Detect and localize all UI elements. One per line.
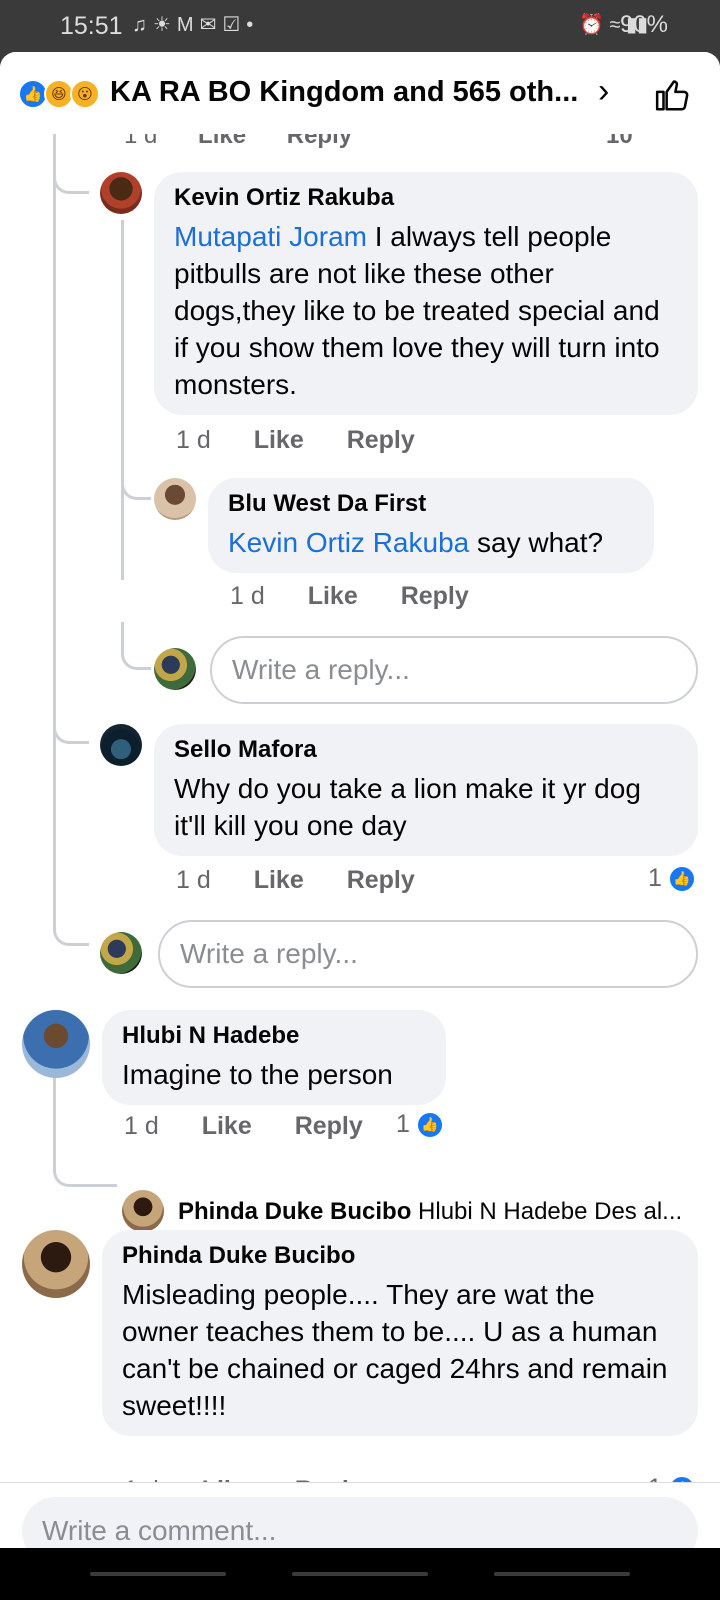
wow-reaction-icon: 😮	[70, 79, 100, 109]
comment-time: 1 d	[124, 1112, 159, 1140]
reactions-header[interactable]: 👍 😆 😮 KA RA BO Kingdom and 565 oth... ›	[0, 52, 720, 134]
back-button[interactable]	[494, 1572, 630, 1576]
commenter-name[interactable]: Blu West Da First	[228, 490, 634, 518]
reply-button[interactable]: Reply	[347, 426, 415, 454]
like-count[interactable]: 1 👍	[396, 1110, 444, 1139]
comment-text: say what?	[469, 527, 604, 558]
thread-connector	[53, 170, 89, 194]
comment-bubble-sello: Sello Mafora Why do you take a lion make…	[154, 724, 698, 856]
thread-connector	[53, 702, 89, 744]
like-button[interactable]: Like	[254, 426, 304, 454]
thread-connector	[121, 476, 151, 500]
avatar[interactable]	[22, 1230, 90, 1298]
thread-connector	[53, 892, 89, 946]
mention-link[interactable]: Mutapati Joram	[174, 221, 367, 252]
system-nav-bar	[0, 1548, 720, 1600]
like-button[interactable]: Like	[202, 1112, 252, 1140]
comments-sheet: 👍 😆 😮 KA RA BO Kingdom and 565 oth... › …	[0, 52, 720, 1600]
reaction-summary[interactable]: 👍 😆 😮	[18, 79, 106, 109]
comment-text: Why do you take a lion make it yr dog it…	[174, 773, 641, 841]
comment-actions: 1 d Like Reply	[230, 582, 505, 611]
chevron-right-icon[interactable]: ›	[598, 72, 609, 111]
comment-text: Imagine to the person	[122, 1059, 393, 1090]
notification-icons: ♫☀M✉☑•	[132, 14, 260, 36]
reply-button[interactable]: Reply	[401, 582, 469, 610]
avatar[interactable]	[22, 1010, 90, 1078]
commenter-name[interactable]: Phinda Duke Bucibo	[178, 1198, 411, 1225]
mention-link[interactable]: Kevin Ortiz Rakuba	[228, 527, 469, 558]
my-avatar	[154, 648, 196, 690]
comment-bubble-blu: Blu West Da First Kevin Ortiz Rakuba say…	[208, 478, 654, 573]
battery-level: 90%	[619, 11, 668, 38]
comment-bubble-hlubi: Hlubi N Hadebe Imagine to the person	[102, 1010, 446, 1105]
collapsed-reply[interactable]: Phinda Duke Bucibo Hlubi N Hadebe Des al…	[178, 1198, 682, 1226]
avatar[interactable]	[100, 724, 142, 766]
comment-time: 1 d	[176, 866, 211, 894]
comment-time: 1 d	[230, 582, 265, 610]
comment-actions: 1 d Like Reply	[176, 866, 451, 895]
thread-connector	[53, 1147, 117, 1187]
reply-button[interactable]: Reply	[347, 866, 415, 894]
status-time: 15:51	[60, 12, 123, 40]
thread-line-kevin	[121, 220, 124, 580]
reply-input[interactable]: Write a reply...	[210, 636, 698, 704]
recents-button[interactable]	[90, 1572, 226, 1576]
like-button[interactable]: Like	[308, 582, 358, 610]
avatar[interactable]	[100, 172, 142, 214]
like-button[interactable]: Like	[254, 866, 304, 894]
comment-text: Misleading people.... They are wat the o…	[122, 1279, 668, 1421]
avatar[interactable]	[154, 478, 196, 520]
home-button[interactable]	[292, 1572, 428, 1576]
commenter-name[interactable]: Kevin Ortiz Rakuba	[174, 184, 678, 212]
reply-preview: Hlubi N Hadebe Des al...	[418, 1198, 683, 1225]
avatar[interactable]	[122, 1190, 164, 1232]
thread-line-main	[53, 134, 56, 924]
my-avatar	[100, 932, 142, 974]
status-bar: 15:51 ♫☀M✉☑• ⏰ ≈ ▮▮ 90%	[0, 0, 720, 52]
comment-bubble-phinda: Phinda Duke Bucibo Misleading people....…	[102, 1230, 698, 1436]
comment-bubble-kevin: Kevin Ortiz Rakuba Mutapati Joram I alwa…	[154, 172, 698, 415]
comment-time: 1 d	[176, 426, 211, 454]
commenter-name[interactable]: Sello Mafora	[174, 736, 678, 764]
reactors-title[interactable]: KA RA BO Kingdom and 565 oth...	[110, 76, 578, 109]
thumbs-up-icon[interactable]	[654, 76, 692, 114]
commenter-name[interactable]: Hlubi N Hadebe	[122, 1022, 426, 1050]
reply-button[interactable]: Reply	[295, 1112, 363, 1140]
like-badge-icon: 👍	[667, 864, 696, 893]
commenter-name[interactable]: Phinda Duke Bucibo	[122, 1242, 678, 1270]
comment-actions: 1 d Like Reply	[124, 1112, 399, 1141]
like-badge-icon: 👍	[415, 1110, 444, 1139]
reply-input[interactable]: Write a reply...	[158, 920, 698, 988]
thread-connector	[121, 622, 151, 670]
comment-actions: 1 d Like Reply	[176, 426, 451, 455]
like-count[interactable]: 1 👍	[648, 864, 696, 893]
